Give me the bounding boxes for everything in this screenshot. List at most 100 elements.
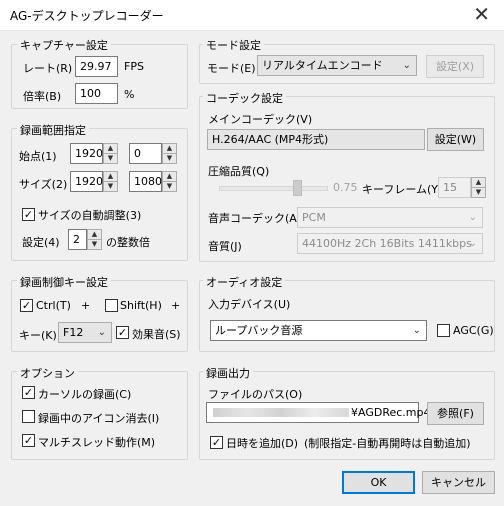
agc-checkbox[interactable] <box>437 324 450 337</box>
main-codec-dropdown[interactable]: H.264/AAC (MP4形式) <box>207 129 425 150</box>
key-label: キー(K) <box>19 329 57 342</box>
browse-button[interactable]: 参照(F) <box>427 402 484 425</box>
start-y-spinner[interactable]: ▲ ▼ <box>162 143 177 164</box>
start-label: 始点(1) <box>19 150 57 163</box>
ctrl-label[interactable]: Ctrl(T) <box>36 299 71 312</box>
audio-quality-value: 44100Hz 2Ch 16Bits 1411kbps <box>302 237 472 250</box>
spin-up-icon[interactable]: ▲ <box>472 178 485 188</box>
spin-down-icon[interactable]: ▼ <box>163 182 176 191</box>
close-icon[interactable]: ✕ <box>473 2 490 26</box>
redacted-path <box>213 408 349 417</box>
hotkey-group-label: 録画制御キー設定 <box>17 274 111 290</box>
keyframe-input[interactable]: 15 <box>438 177 471 198</box>
size-w-spinner[interactable]: ▲ ▼ <box>103 171 118 192</box>
plus-sign: + <box>81 299 91 312</box>
range-group-label: 録画範囲指定 <box>17 122 89 138</box>
audio-quality-label: 音質(J) <box>208 240 242 253</box>
option-cursor-label[interactable]: カーソルの録画(C) <box>38 386 131 402</box>
option-hide-icon-checkbox[interactable] <box>22 410 35 423</box>
ok-button[interactable]: OK <box>342 471 415 494</box>
spin-down-icon[interactable]: ▼ <box>472 188 485 197</box>
start-x-input[interactable]: 1920 <box>70 143 103 164</box>
auto-adjust-label[interactable]: サイズの自動調整(3) <box>38 207 141 223</box>
chevron-down-icon: ⌄ <box>468 212 477 223</box>
spin-down-icon[interactable]: ▼ <box>163 154 176 163</box>
quality-slider-thumb[interactable] <box>293 180 302 196</box>
device-label: 入力デバイス(U) <box>208 298 291 311</box>
path-value: ¥AGDRec.mp4 <box>351 406 431 419</box>
mode-group-label: モード設定 <box>203 37 264 53</box>
codec-group-label: コーデック設定 <box>203 90 286 106</box>
options-group-label: オプション <box>17 365 78 381</box>
size-label: サイズ(2) <box>19 178 68 191</box>
setting-suffix: の整数倍 <box>106 236 150 249</box>
setting-spinner[interactable]: ▲ ▼ <box>87 229 102 250</box>
start-x-spinner[interactable]: ▲ ▼ <box>103 143 118 164</box>
main-codec-settings-button[interactable]: 設定(W) <box>427 128 484 151</box>
option-hide-icon-label[interactable]: 録画中のアイコン消去(I) <box>38 410 159 426</box>
date-label[interactable]: 日時を追加(D) <box>226 435 298 451</box>
size-w-input[interactable]: 1920 <box>70 171 103 192</box>
audio-group-label: オーディオ設定 <box>203 274 286 290</box>
sound-checkbox[interactable]: ✓ <box>116 326 129 339</box>
option-cursor-checkbox[interactable]: ✓ <box>22 386 35 399</box>
shift-checkbox[interactable] <box>105 299 118 312</box>
key-value: F12 <box>63 326 84 339</box>
audio-quality-dropdown[interactable]: 44100Hz 2Ch 16Bits 1411kbps ⌄ <box>297 233 483 254</box>
shift-label[interactable]: Shift(H) <box>120 299 162 312</box>
rate-input[interactable]: 29.97 <box>75 56 118 77</box>
rate-label: レート(R) <box>23 62 73 75</box>
audio-codec-value: PCM <box>302 211 326 224</box>
spin-down-icon[interactable]: ▼ <box>104 182 117 191</box>
spin-up-icon[interactable]: ▲ <box>163 144 176 154</box>
spin-down-icon[interactable]: ▼ <box>104 154 117 163</box>
path-input[interactable]: ¥AGDRec.mp4 <box>206 402 430 423</box>
title-bar: AG-デスクトップレコーダー ✕ <box>0 0 504 31</box>
output-group-label: 録画出力 <box>203 365 253 381</box>
date-note: (制限指定-自動再開時は自動追加) <box>304 437 471 450</box>
rate-unit: FPS <box>124 60 144 73</box>
agc-label[interactable]: AGC(G) <box>453 324 494 337</box>
audio-group <box>199 280 495 352</box>
audio-codec-label: 音声コーデック(A) <box>208 212 302 225</box>
ctrl-checkbox[interactable]: ✓ <box>20 299 33 312</box>
date-checkbox[interactable]: ✓ <box>210 436 223 449</box>
device-dropdown[interactable]: ループバック音源 ⌄ <box>210 320 427 341</box>
mode-label: モード(E) <box>207 62 256 75</box>
key-dropdown[interactable]: F12 ⌄ <box>58 322 112 343</box>
scale-input[interactable]: 100 <box>75 83 118 104</box>
spin-up-icon[interactable]: ▲ <box>104 144 117 154</box>
chevron-down-icon: ⌄ <box>402 60 411 71</box>
quality-value: 0.75 <box>333 181 358 194</box>
option-multithread-checkbox[interactable]: ✓ <box>22 434 35 447</box>
main-codec-value: H.264/AAC (MP4形式) <box>212 133 329 146</box>
chevron-down-icon: ⌄ <box>97 327 106 338</box>
mode-settings-button[interactable]: 設定(X) <box>426 55 484 78</box>
scale-unit: % <box>124 88 135 101</box>
quality-label: 圧縮品質(Q) <box>208 165 270 178</box>
main-codec-label: メインコーデック(V) <box>208 113 313 126</box>
mode-value: リアルタイムエンコード <box>262 59 383 72</box>
setting-label: 設定(4) <box>22 236 60 249</box>
size-h-spinner[interactable]: ▲ ▼ <box>162 171 177 192</box>
spin-up-icon[interactable]: ▲ <box>88 230 101 240</box>
keyframe-label: キーフレーム(Y) <box>362 183 443 196</box>
keyframe-spinner[interactable]: ▲ ▼ <box>471 177 486 198</box>
auto-adjust-checkbox[interactable]: ✓ <box>22 208 35 221</box>
setting-input[interactable]: 2 <box>68 229 87 250</box>
size-h-input[interactable]: 1080 <box>129 171 162 192</box>
mode-dropdown[interactable]: リアルタイムエンコード ⌄ <box>257 55 417 76</box>
option-multithread-label[interactable]: マルチスレッド動作(M) <box>38 434 155 450</box>
quality-slider-track <box>219 186 328 191</box>
plus-sign: + <box>171 299 181 312</box>
chevron-down-icon: ⌄ <box>468 238 477 249</box>
path-label: ファイルのパス(O) <box>208 388 303 401</box>
sound-label[interactable]: 効果音(S) <box>132 326 181 342</box>
spin-down-icon[interactable]: ▼ <box>88 240 101 249</box>
spin-up-icon[interactable]: ▲ <box>104 172 117 182</box>
window-title: AG-デスクトップレコーダー <box>10 9 164 23</box>
start-y-input[interactable]: 0 <box>129 143 162 164</box>
cancel-button[interactable]: キャンセル <box>422 471 495 494</box>
audio-codec-dropdown[interactable]: PCM ⌄ <box>297 207 483 228</box>
spin-up-icon[interactable]: ▲ <box>163 172 176 182</box>
